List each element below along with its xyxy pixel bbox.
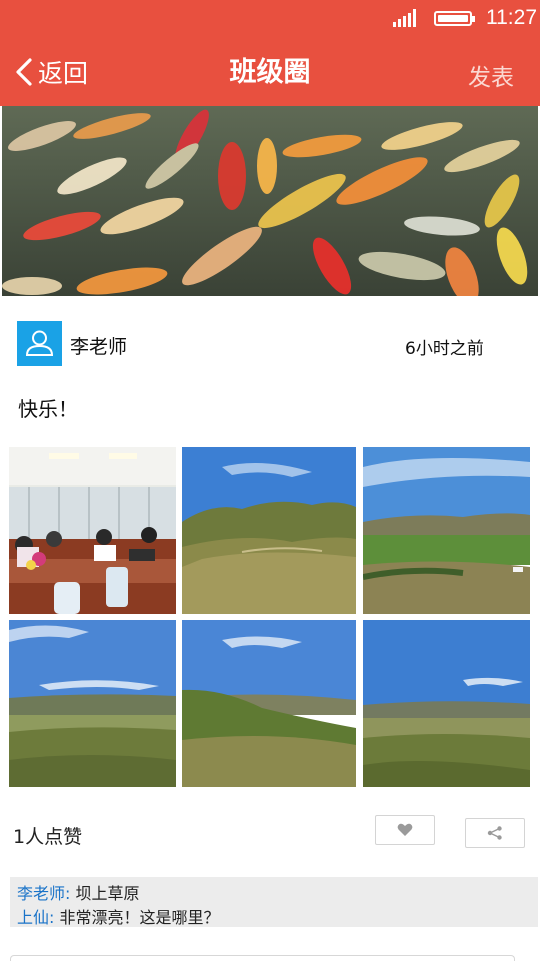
- status-bar: 11:27: [0, 0, 540, 36]
- comments-panel: 李老师: 坝上草原 上仙: 非常漂亮！这是哪里？: [10, 877, 538, 927]
- grassland-hills-photo[interactable]: [182, 447, 356, 614]
- heart-icon: [397, 823, 413, 836]
- meeting-room-photo[interactable]: [9, 447, 176, 614]
- share-icon: [487, 826, 502, 840]
- signal-icon: [393, 9, 419, 27]
- comment-item[interactable]: 李老师: 坝上草原: [17, 880, 140, 904]
- likes-count: 1人点赞: [13, 826, 83, 848]
- nav-bar: 返回 班级圈 发表: [0, 36, 540, 106]
- comment-separator: :: [49, 908, 60, 927]
- comment-author[interactable]: 上仙: [17, 908, 49, 927]
- comment-author[interactable]: 李老师: [17, 884, 65, 903]
- post-author[interactable]: 李老师: [70, 332, 127, 359]
- publish-button[interactable]: 发表: [468, 58, 514, 92]
- grassland-valley-photo[interactable]: [363, 447, 530, 614]
- grassland-slope-photo[interactable]: [182, 620, 356, 787]
- user-icon: [25, 330, 54, 356]
- banner-image: [2, 106, 538, 296]
- like-button[interactable]: [375, 815, 435, 845]
- comment-text: 坝上草原: [75, 884, 140, 903]
- avatar[interactable]: [17, 321, 62, 366]
- comment-separator: :: [65, 884, 76, 903]
- comment-input[interactable]: [10, 955, 515, 961]
- page-title: 班级圈: [229, 57, 311, 88]
- status-time: 11:27: [486, 6, 537, 29]
- comment-item[interactable]: 上仙: 非常漂亮！这是哪里？: [17, 904, 220, 928]
- share-button[interactable]: [465, 818, 525, 848]
- comment-text: 非常漂亮！这是哪里？: [59, 908, 220, 927]
- post-content: 快乐！: [18, 397, 78, 421]
- battery-icon: [434, 11, 475, 26]
- post-time: 6小时之前: [405, 339, 484, 359]
- grassland-distance-photo[interactable]: [363, 620, 530, 787]
- grassland-plain-photo[interactable]: [9, 620, 176, 787]
